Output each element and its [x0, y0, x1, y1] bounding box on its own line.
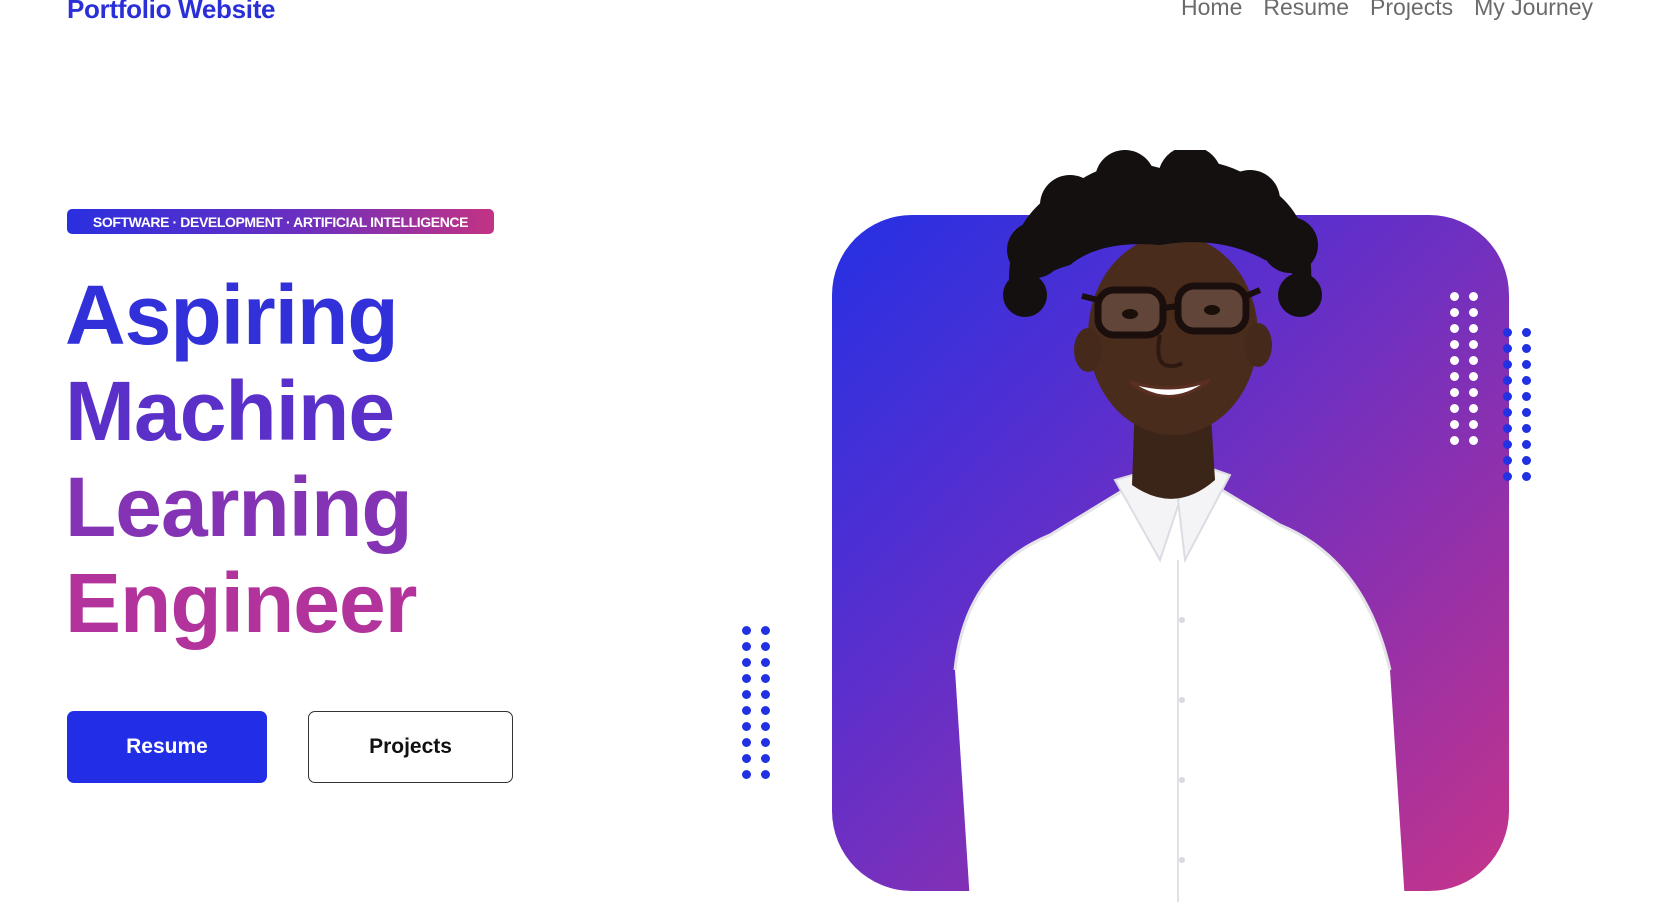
dot [1503, 440, 1512, 449]
dot [816, 602, 825, 611]
brand-logo[interactable]: Portfolio Website [67, 0, 276, 25]
dot [1522, 376, 1531, 385]
dot [742, 722, 751, 731]
dot [797, 730, 806, 739]
dot [1522, 440, 1531, 449]
dot [797, 634, 806, 643]
dot [742, 706, 751, 715]
dot [1469, 420, 1478, 429]
dot [1469, 292, 1478, 301]
dot [797, 698, 806, 707]
headline-line-3: Learning [65, 460, 413, 554]
headline-line-1: Aspiring [65, 268, 399, 362]
dot [816, 666, 825, 675]
dot [797, 682, 806, 691]
dot [1522, 408, 1531, 417]
hero-art [742, 150, 1560, 902]
dot [1469, 372, 1478, 381]
dot [1503, 424, 1512, 433]
dot [1469, 308, 1478, 317]
dot [1522, 392, 1531, 401]
nav-home[interactable]: Home [1181, 0, 1242, 21]
headline-line-2: Machine [65, 364, 395, 458]
dot [797, 666, 806, 675]
dot [1469, 340, 1478, 349]
dot [1469, 356, 1478, 365]
portrait-photo-icon [953, 150, 1405, 902]
dot [1503, 328, 1512, 337]
dot [761, 690, 770, 699]
dot [761, 722, 770, 731]
dot [1522, 360, 1531, 369]
tagline-badge: SOFTWARE · DEVELOPMENT · ARTIFICIAL INTE… [67, 209, 494, 234]
resume-button[interactable]: Resume [67, 711, 267, 783]
dot [761, 658, 770, 667]
dot [761, 754, 770, 763]
dot [816, 650, 825, 659]
dot [742, 754, 751, 763]
dot [1503, 376, 1512, 385]
hero-headline: Aspiring Machine Learning Engineer [65, 267, 417, 651]
dot [742, 770, 751, 779]
dot [816, 586, 825, 595]
dot [1522, 328, 1531, 337]
dot [797, 618, 806, 627]
dot [761, 626, 770, 635]
dot [761, 706, 770, 715]
dot [1469, 404, 1478, 413]
dot [816, 634, 825, 643]
top-nav: Home Resume Projects My Journey [1181, 0, 1593, 21]
dot [742, 642, 751, 651]
dot [1522, 456, 1531, 465]
dot [797, 714, 806, 723]
dot [761, 674, 770, 683]
dot [1503, 360, 1512, 369]
dot [797, 602, 806, 611]
dot [742, 674, 751, 683]
nav-resume[interactable]: Resume [1263, 0, 1349, 21]
dot [816, 682, 825, 691]
dot-pattern-icon [797, 586, 825, 739]
dot [1522, 424, 1531, 433]
headline-line-4: Engineer [65, 556, 417, 650]
dot [1469, 436, 1478, 445]
dot [742, 690, 751, 699]
dot [816, 714, 825, 723]
dot [742, 626, 751, 635]
nav-my-journey[interactable]: My Journey [1474, 0, 1593, 21]
dot [1469, 388, 1478, 397]
dot [1503, 344, 1512, 353]
dot [761, 642, 770, 651]
dot [1503, 392, 1512, 401]
dot [1503, 408, 1512, 417]
dot [816, 698, 825, 707]
dot [761, 738, 770, 747]
dot [1503, 456, 1512, 465]
dot [797, 650, 806, 659]
dot [1522, 344, 1531, 353]
dot-pattern-icon [1503, 328, 1531, 481]
dot [1522, 472, 1531, 481]
dot [742, 738, 751, 747]
dot [797, 586, 806, 595]
dot [816, 730, 825, 739]
dot [742, 658, 751, 667]
projects-button[interactable]: Projects [308, 711, 513, 783]
nav-projects[interactable]: Projects [1370, 0, 1453, 21]
dot-pattern-icon [742, 626, 770, 779]
dot [1503, 472, 1512, 481]
dot [816, 618, 825, 627]
dot [1469, 324, 1478, 333]
dot [761, 770, 770, 779]
